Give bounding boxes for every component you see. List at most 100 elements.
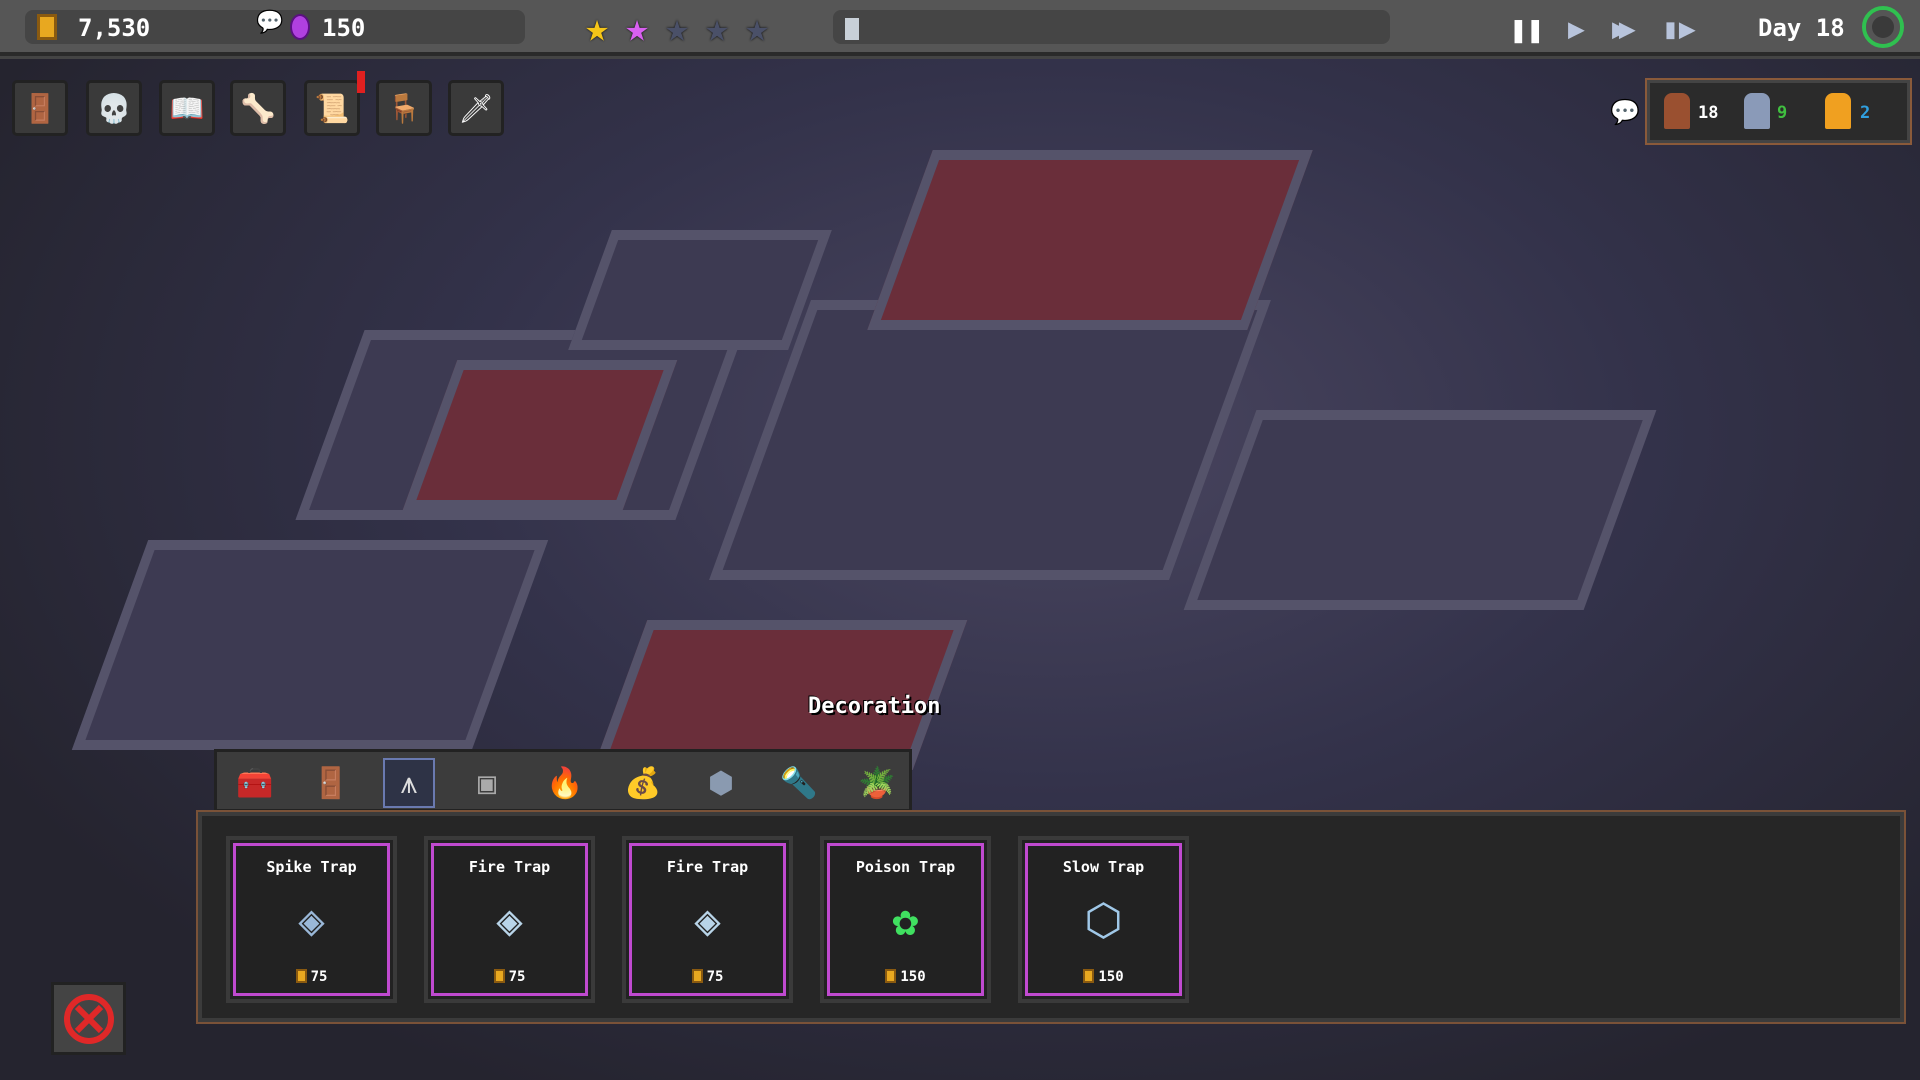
skull-icon: 💀: [96, 91, 132, 125]
category-tabs: 🧰 🚪 ⩚ ▣ 🔥 💰 ⬢ 🔦 🪴: [214, 749, 912, 812]
throne-button[interactable]: 🪑: [376, 80, 432, 136]
item-card-slow-trap[interactable]: Slow Trap ⬡ 150: [1018, 836, 1189, 1003]
item-name: Spike Trap: [266, 858, 357, 876]
play-button[interactable]: ▶: [1568, 12, 1585, 45]
sack-icon: 💰: [624, 765, 662, 801]
item-name: Fire Trap: [666, 858, 749, 876]
item-card-fire-trap[interactable]: Fire Trap ◈ 75: [622, 836, 793, 1003]
dungeon-room[interactable]: [568, 230, 832, 350]
top-bar: 7,530 💬 150 ★ ★ ★ ★ ★ ❚❚ ▶ ▶▶ ▮▶ Day 18: [0, 0, 1920, 56]
item-card-spike-trap[interactable]: Spike Trap ◈ 75: [226, 836, 397, 1003]
creatures-button[interactable]: 🦴: [230, 80, 286, 136]
gem-icon: [290, 14, 310, 40]
dungeon-room[interactable]: [71, 540, 549, 750]
gem-amount: 150: [322, 14, 366, 42]
door-icon: 🚪: [312, 765, 350, 801]
item-cost-value: 75: [310, 969, 328, 985]
tab-sack[interactable]: 💰: [617, 758, 669, 808]
help-bubble-icon[interactable]: 💬: [1610, 98, 1640, 126]
hero-button[interactable]: 🗡: [448, 80, 504, 136]
spellbook-button[interactable]: 📖: [159, 80, 215, 136]
population-panel: 18 9 2: [1645, 78, 1912, 145]
item-cost: 75: [428, 969, 591, 985]
tab-chest[interactable]: 🧰: [229, 758, 281, 808]
tab-traps[interactable]: ⩚: [383, 758, 435, 808]
calculator-icon[interactable]: [845, 18, 859, 40]
item-name: Fire Trap: [468, 858, 551, 876]
special-unit-icon: [1825, 93, 1851, 129]
build-items-panel: Spike Trap ◈ 75 Fire Trap ◈ 75 Fire Trap…: [196, 810, 1906, 1024]
gold-icon: [493, 969, 505, 983]
skip-button[interactable]: ▮▶: [1662, 12, 1696, 45]
throne-icon: 🪑: [386, 91, 422, 125]
tab-pillar[interactable]: ⬢: [695, 758, 747, 808]
help-bubble-icon[interactable]: 💬: [256, 10, 283, 35]
dungeon-room[interactable]: [867, 150, 1313, 330]
slow-trap-icon: ⬡: [1084, 895, 1123, 946]
tab-slab[interactable]: ▣: [461, 758, 513, 808]
pause-button[interactable]: ❚❚: [1510, 13, 1544, 46]
creatures-icon: 🦴: [240, 91, 276, 125]
chest-icon: 🧰: [236, 765, 274, 801]
gold-icon: [885, 969, 897, 983]
quest-button[interactable]: 📜: [304, 71, 365, 136]
tab-torch[interactable]: 🔦: [773, 758, 825, 808]
gold-icon: [1083, 969, 1095, 983]
item-name: Slow Trap: [1062, 858, 1145, 876]
trap-icon: ⩚: [400, 765, 418, 801]
worker-count: 18: [1698, 103, 1719, 123]
guard-icon: [1744, 93, 1770, 129]
torch-icon: 🔦: [780, 765, 818, 801]
day-counter: Day 18: [1758, 14, 1845, 42]
item-cost-value: 75: [508, 969, 526, 985]
item-cost: 150: [824, 969, 987, 985]
dungeon-room[interactable]: [709, 300, 1271, 580]
worker-icon: [1664, 93, 1690, 129]
star-filled-icon: ★: [585, 5, 610, 51]
hero-icon: 🗡: [458, 91, 494, 125]
star-filled-icon: ★: [625, 5, 650, 51]
gold-icon: [37, 14, 57, 40]
cancel-build-button[interactable]: [51, 982, 126, 1055]
item-cost-value: 75: [706, 969, 724, 985]
tab-door[interactable]: 🚪: [305, 758, 357, 808]
world-label: Decoration: [808, 694, 941, 719]
tab-plant[interactable]: 🪴: [851, 758, 903, 808]
portal-button[interactable]: 🚪: [12, 80, 68, 136]
special-count: 2: [1860, 103, 1871, 123]
fast-forward-button[interactable]: ▶▶: [1612, 12, 1636, 45]
spellbook-icon: 📖: [169, 91, 205, 125]
fire-trap-icon: ◈: [694, 895, 721, 946]
item-cost: 75: [230, 969, 393, 985]
quest-scroll-icon: 📜: [314, 91, 350, 125]
gold-icon: [295, 969, 307, 983]
campfire-icon: 🔥: [546, 765, 584, 801]
item-cost-value: 150: [1098, 969, 1124, 985]
item-cost: 150: [1022, 969, 1185, 985]
skull-button[interactable]: 💀: [86, 80, 142, 136]
item-card-fire-trap[interactable]: Fire Trap ◈ 75: [424, 836, 595, 1003]
guard-count: 9: [1777, 103, 1788, 123]
portal-icon: 🚪: [22, 91, 58, 125]
tab-campfire[interactable]: 🔥: [539, 758, 591, 808]
item-name: Poison Trap: [855, 858, 956, 876]
item-cost: 75: [626, 969, 789, 985]
pillar-icon: ⬢: [707, 765, 735, 801]
poison-trap-icon: ✿: [892, 895, 919, 946]
alert-icon: [357, 71, 365, 93]
spike-trap-icon: ◈: [298, 895, 325, 946]
star-empty-icon: ★: [745, 5, 770, 51]
plant-icon: 🪴: [858, 765, 896, 801]
dungeon-room[interactable]: [1183, 410, 1657, 610]
fire-trap-icon: ◈: [496, 895, 523, 946]
settings-gear-icon[interactable]: [1862, 6, 1904, 48]
objective-panel: [833, 10, 1390, 44]
slab-icon: ▣: [477, 765, 497, 801]
cancel-icon: [63, 993, 114, 1044]
star-empty-icon: ★: [665, 5, 690, 51]
gold-icon: [691, 969, 703, 983]
gold-amount: 7,530: [78, 14, 151, 42]
item-card-poison-trap[interactable]: Poison Trap ✿ 150: [820, 836, 991, 1003]
item-cost-value: 150: [900, 969, 926, 985]
star-empty-icon: ★: [705, 5, 730, 51]
